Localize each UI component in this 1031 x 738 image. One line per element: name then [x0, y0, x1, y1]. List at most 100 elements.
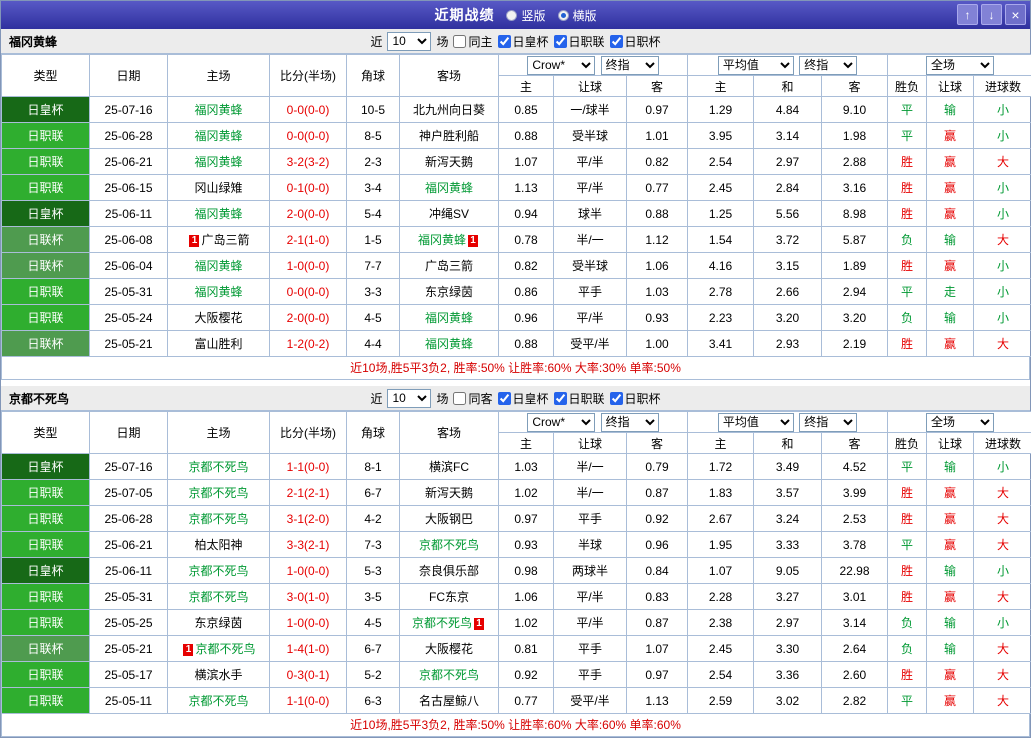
home-team-name[interactable]: 柏太阳神: [194, 538, 242, 552]
match-date: 25-05-24: [90, 305, 168, 331]
home-team-name[interactable]: 福冈黄蜂: [194, 207, 242, 221]
move-down-button[interactable]: ↓: [981, 4, 1002, 25]
league-filter[interactable]: 日职联: [554, 390, 605, 407]
away-team-name[interactable]: 名古屋鲸八: [419, 694, 479, 708]
scope-select[interactable]: 全场: [926, 56, 994, 75]
away-team-name[interactable]: FC东京: [429, 590, 469, 604]
match-date: 25-07-16: [90, 97, 168, 123]
away-team-cell: 福冈黄蜂: [400, 331, 499, 357]
league-filter[interactable]: 日职杯: [610, 33, 661, 50]
same-venue-checkbox[interactable]: [453, 35, 466, 48]
col-crown-home: 主: [499, 76, 554, 97]
home-team-name[interactable]: 福冈黄蜂: [194, 155, 242, 169]
corner-cell: 1-5: [347, 227, 400, 253]
league-filter-label: 日职杯: [625, 33, 661, 50]
matches-label: 场: [436, 33, 448, 50]
away-team-name[interactable]: 大阪钢巴: [425, 512, 473, 526]
home-team-name[interactable]: 福冈黄蜂: [194, 129, 242, 143]
home-team-name[interactable]: 京都不死鸟: [188, 590, 248, 604]
away-team-name[interactable]: 福冈黄蜂: [425, 181, 473, 195]
corner-cell: 3-3: [347, 279, 400, 305]
home-team-name[interactable]: 福冈黄蜂: [194, 103, 242, 117]
corner-cell: 6-3: [347, 688, 400, 714]
league-filter[interactable]: 日皇杯: [498, 390, 549, 407]
away-team-cell: 福冈黄蜂1: [400, 227, 499, 253]
away-team-cell: 大阪樱花: [400, 636, 499, 662]
crown-period-select[interactable]: 终指: [601, 56, 659, 75]
home-team-name[interactable]: 京都不死鸟: [195, 642, 255, 656]
average-period-select[interactable]: 终指: [799, 56, 857, 75]
home-team-name[interactable]: 京都不死鸟: [188, 564, 248, 578]
away-team-name[interactable]: 广岛三箭: [425, 259, 473, 273]
score-cell: 2-1(2-1): [270, 480, 347, 506]
crown-period-select[interactable]: 终指: [601, 413, 659, 432]
away-team-name[interactable]: 神户胜利船: [419, 129, 479, 143]
home-team-name[interactable]: 横滨水手: [194, 668, 242, 682]
home-team-name[interactable]: 冈山绿雉: [194, 181, 242, 195]
same-venue-filter[interactable]: 同主: [453, 33, 492, 50]
crown-odds-cell: 0.87: [627, 480, 688, 506]
league-cell: 日联杯: [2, 253, 90, 279]
home-team-name[interactable]: 福冈黄蜂: [194, 259, 242, 273]
league-filter-checkbox[interactable]: [610, 392, 623, 405]
same-venue-label: 同客: [468, 390, 492, 407]
home-team-name[interactable]: 东京绿茵: [194, 616, 242, 630]
league-filter[interactable]: 日皇杯: [498, 33, 549, 50]
col-score: 比分(半场): [270, 55, 347, 97]
result-cell: 平: [888, 279, 927, 305]
home-team-name[interactable]: 广岛三箭: [201, 233, 249, 247]
away-team-name[interactable]: 冲绳SV: [429, 207, 469, 221]
league-filter-checkbox[interactable]: [498, 392, 511, 405]
league-filter-checkbox[interactable]: [554, 392, 567, 405]
away-team-name[interactable]: 京都不死鸟: [419, 538, 479, 552]
match-row: 日职联25-06-28京都不死鸟3-1(2-0)4-2大阪钢巴0.97平手0.9…: [2, 506, 1031, 532]
home-team-name[interactable]: 福冈黄蜂: [194, 285, 242, 299]
home-team-name[interactable]: 富山胜利: [194, 337, 242, 351]
move-up-button[interactable]: ↑: [957, 4, 978, 25]
layout-radio-vertical[interactable]: 竖版: [506, 7, 545, 24]
bookmaker-select[interactable]: Crow*: [527, 413, 595, 432]
away-team-name[interactable]: 横滨FC: [429, 460, 469, 474]
league-filter-checkbox[interactable]: [610, 35, 623, 48]
avg-odds-cell: 3.20: [754, 305, 822, 331]
away-team-name[interactable]: 新泻天鹅: [425, 486, 473, 500]
match-rows: 日皇杯25-07-16京都不死鸟1-1(0-0)8-1横滨FC1.03半/一0.…: [2, 454, 1031, 714]
average-select[interactable]: 平均值: [718, 413, 794, 432]
home-team-cell: 柏太阳神: [168, 532, 270, 558]
recent-count-select[interactable]: 10: [387, 389, 431, 408]
away-team-name[interactable]: 京都不死鸟: [412, 616, 472, 630]
col-goals-result: 进球数: [974, 76, 1031, 97]
away-team-name[interactable]: 奈良俱乐部: [419, 564, 479, 578]
scope-select[interactable]: 全场: [926, 413, 994, 432]
away-team-name[interactable]: 大阪樱花: [425, 642, 473, 656]
home-team-name[interactable]: 京都不死鸟: [188, 512, 248, 526]
close-button[interactable]: ×: [1005, 4, 1026, 25]
average-select[interactable]: 平均值: [718, 56, 794, 75]
league-cell: 日职联: [2, 279, 90, 305]
home-team-name[interactable]: 大阪樱花: [194, 311, 242, 325]
away-team-name[interactable]: 北九州向日葵: [413, 103, 485, 117]
away-team-name[interactable]: 福冈黄蜂: [425, 311, 473, 325]
average-period-select[interactable]: 终指: [799, 413, 857, 432]
away-team-name[interactable]: 东京绿茵: [425, 285, 473, 299]
league-filter-checkbox[interactable]: [498, 35, 511, 48]
same-venue-filter[interactable]: 同客: [453, 390, 492, 407]
league-filter-checkbox[interactable]: [554, 35, 567, 48]
away-team-name[interactable]: 新泻天鹅: [425, 155, 473, 169]
home-team-name[interactable]: 京都不死鸟: [188, 486, 248, 500]
layout-radio-horizontal[interactable]: 横版: [558, 7, 597, 24]
same-venue-checkbox[interactable]: [453, 392, 466, 405]
crown-odds-cell: 球半: [554, 201, 627, 227]
recent-count-select[interactable]: 10: [387, 32, 431, 51]
avg-odds-cell: 2.84: [754, 175, 822, 201]
away-team-name[interactable]: 福冈黄蜂: [425, 337, 473, 351]
away-team-name[interactable]: 福冈黄蜂: [418, 233, 466, 247]
league-filter[interactable]: 日职联: [554, 33, 605, 50]
avg-odds-cell: 3.14: [754, 123, 822, 149]
league-filter[interactable]: 日职杯: [610, 390, 661, 407]
away-team-name[interactable]: 京都不死鸟: [419, 668, 479, 682]
home-team-name[interactable]: 京都不死鸟: [188, 694, 248, 708]
crown-odds-cell: 0.92: [627, 506, 688, 532]
bookmaker-select[interactable]: Crow*: [527, 56, 595, 75]
home-team-name[interactable]: 京都不死鸟: [188, 460, 248, 474]
